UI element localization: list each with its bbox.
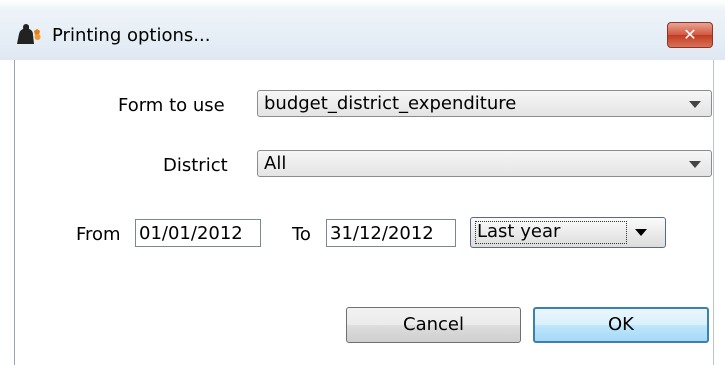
cancel-button[interactable]: Cancel [346,307,521,343]
chevron-down-icon [635,229,647,236]
to-date-value: 31/12/2012 [330,223,434,244]
form-to-use-label: Form to use [118,95,225,116]
to-date-field[interactable]: 31/12/2012 [326,219,456,247]
window-title: Printing options... [52,25,211,46]
app-logo-icon [17,24,41,44]
form-to-use-select[interactable]: budget_district_expenditure [257,90,712,117]
close-button[interactable]: ✕ [667,22,713,48]
from-date-value: 01/01/2012 [139,223,243,244]
from-date-field[interactable]: 01/01/2012 [135,219,261,247]
form-to-use-value: budget_district_expenditure [264,93,517,114]
chevron-down-icon [689,161,701,168]
period-value: Last year [477,221,561,242]
from-label: From [76,224,121,245]
district-value: All [264,153,287,174]
to-label: To [292,224,311,245]
close-icon: ✕ [683,25,697,44]
district-select[interactable]: All [257,150,712,177]
district-label: District [163,155,228,176]
chevron-down-icon [689,101,701,108]
ok-button[interactable]: OK [533,307,709,343]
period-select[interactable]: Last year [470,217,666,248]
title-bar: Printing options... ✕ [0,0,725,60]
